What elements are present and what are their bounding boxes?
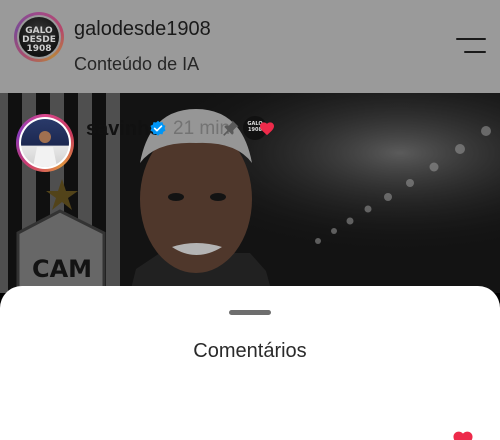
galo-logo: GALO DESDE 1908 (19, 17, 59, 57)
comments-title: Comentários (193, 340, 307, 362)
profile-avatar[interactable]: GALO DESDE 1908 (14, 12, 64, 62)
like-heart-icon[interactable] (452, 430, 474, 440)
post-header: GALO DESDE 1908 galodesde1908 Conteúdo d… (0, 0, 500, 93)
comments-sheet: Comentários (0, 286, 500, 440)
pin-icon (223, 120, 239, 136)
commenter-avatar[interactable] (16, 114, 74, 172)
post-username[interactable]: galodesde1908 (74, 18, 211, 41)
creator-liked-heart-icon (260, 122, 274, 136)
verified-icon (150, 120, 166, 136)
menu-icon[interactable] (456, 34, 486, 56)
avatar-logo-text: GALO DESDE 1908 (22, 26, 56, 54)
sheet-drag-handle[interactable] (229, 310, 271, 315)
ai-content-label[interactable]: Conteúdo de IA (74, 54, 199, 75)
commenter-photo (21, 119, 69, 167)
